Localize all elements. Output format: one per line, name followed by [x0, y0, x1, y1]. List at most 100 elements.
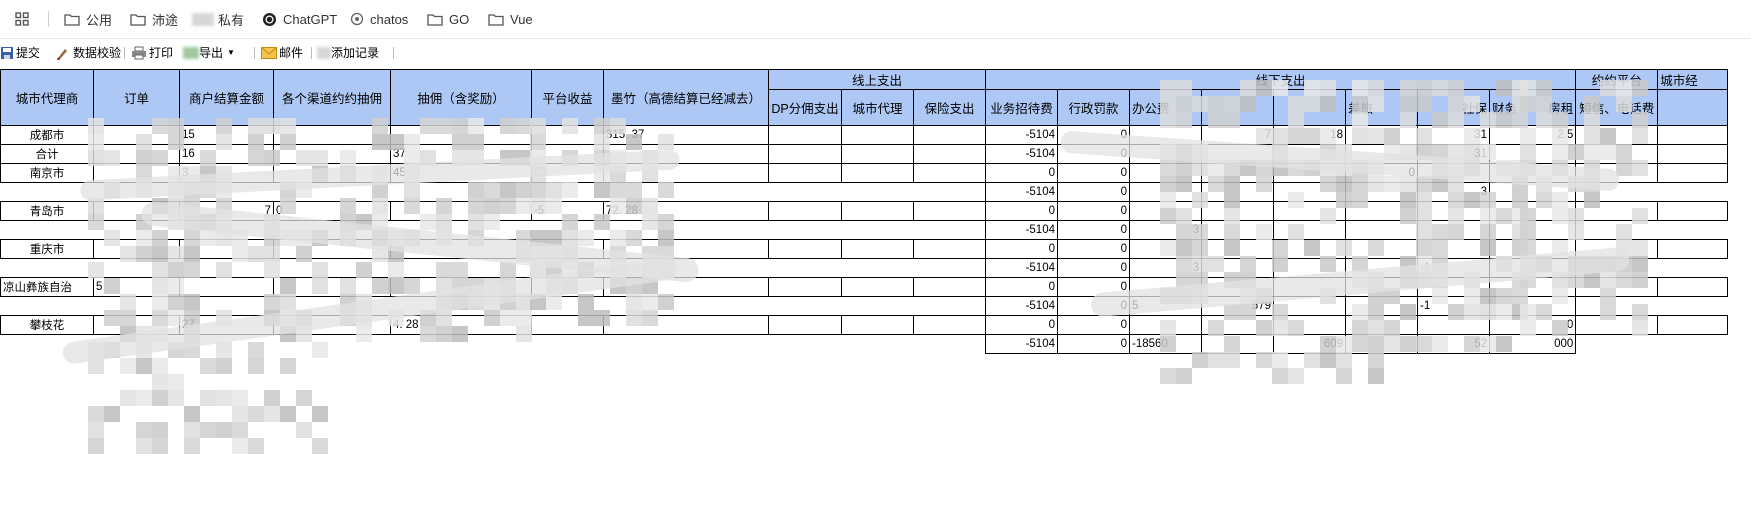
cell-dp[interactable]	[768, 277, 842, 297]
cell-city[interactable]: 南京市	[0, 163, 94, 183]
cell-city-extra[interactable]	[1657, 144, 1729, 164]
cell-platform[interactable]	[531, 277, 604, 297]
cell-sms[interactable]	[1575, 125, 1659, 145]
bookmark-vue[interactable]: Vue	[488, 10, 533, 28]
cell-entertain[interactable]: -5104	[985, 182, 1058, 202]
cell-commission[interactable]	[273, 239, 391, 259]
bookmark-siyou[interactable]: 私有	[192, 10, 244, 28]
cell-proxy[interactable]	[841, 201, 914, 221]
cell-order[interactable]: 5	[93, 277, 180, 297]
cell-o3[interactable]	[1273, 296, 1346, 316]
cell-finance[interactable]	[1488, 201, 1577, 221]
cell-mozhu[interactable]	[603, 144, 769, 164]
cell-o2[interactable]	[1201, 163, 1274, 183]
cell-insurance[interactable]	[913, 125, 986, 145]
cell-order[interactable]	[93, 201, 180, 221]
cell-entertain[interactable]: 0	[985, 315, 1058, 335]
cell-sms[interactable]	[1575, 239, 1659, 259]
cell-platform[interactable]: -5	[531, 201, 604, 221]
cell-travel[interactable]	[1345, 182, 1418, 202]
cell-entertain[interactable]: -5104	[985, 220, 1058, 240]
bookmark-peitu[interactable]: 沛途	[130, 10, 178, 28]
cell-insurance[interactable]	[913, 163, 986, 183]
cell-city[interactable]: 青岛市	[0, 201, 94, 221]
cell-city[interactable]: 合计	[0, 144, 94, 164]
cell-fine[interactable]: 0	[1057, 201, 1130, 221]
cell-dp[interactable]	[768, 315, 842, 335]
cell-office[interactable]: 3	[1129, 220, 1202, 240]
cell-merchant[interactable]: 15	[179, 125, 274, 145]
cell-social[interactable]: 31	[1417, 144, 1490, 164]
cell-city-extra[interactable]	[1657, 315, 1729, 335]
cell-o3[interactable]: 18	[1273, 125, 1346, 145]
cell-city[interactable]: 攀枝花	[0, 315, 94, 335]
cell-office[interactable]: -18560	[1129, 334, 1202, 354]
cell-office[interactable]: 5	[1129, 296, 1202, 316]
cell-entertain[interactable]: 0	[985, 277, 1058, 297]
cell-o2[interactable]: 579	[1201, 296, 1274, 316]
cell-platform[interactable]: 82	[531, 163, 604, 183]
cell-fine[interactable]: 0	[1057, 163, 1130, 183]
cell-finance[interactable]	[1488, 144, 1577, 164]
cell-fine[interactable]: 0	[1057, 258, 1130, 278]
cell-fine[interactable]: 0	[1057, 296, 1130, 316]
apps-grid-icon[interactable]	[15, 10, 35, 28]
cell-o3[interactable]	[1273, 163, 1346, 183]
cell-dp[interactable]	[768, 239, 842, 259]
cell-city-extra[interactable]	[1657, 125, 1729, 145]
cell-entertain[interactable]: 0	[985, 163, 1058, 183]
cell-finance[interactable]	[1488, 277, 1577, 297]
cell-reward[interactable]: 37	[390, 144, 532, 164]
cell-commission[interactable]	[273, 163, 391, 183]
cell-office[interactable]	[1129, 239, 1202, 259]
cell-social[interactable]: 3	[1417, 182, 1490, 202]
cell-o3[interactable]	[1273, 239, 1346, 259]
cell-finance[interactable]	[1488, 239, 1577, 259]
cell-insurance[interactable]	[913, 201, 986, 221]
cell-o3[interactable]	[1273, 201, 1346, 221]
cell-travel[interactable]	[1345, 144, 1418, 164]
cell-travel[interactable]: 0	[1345, 163, 1418, 183]
cell-office[interactable]	[1129, 277, 1202, 297]
cell-o2[interactable]	[1201, 277, 1274, 297]
cell-travel[interactable]	[1345, 258, 1418, 278]
cell-commission[interactable]	[273, 277, 391, 297]
cell-o2[interactable]	[1201, 239, 1274, 259]
bookmark-gongyong[interactable]: 公用	[64, 10, 112, 28]
cell-fine[interactable]: 0	[1057, 315, 1130, 335]
cell-travel[interactable]	[1345, 277, 1418, 297]
cell-finance[interactable]: 000	[1488, 334, 1577, 354]
cell-entertain[interactable]: -5104	[985, 296, 1058, 316]
cell-finance[interactable]: 0	[1488, 315, 1577, 335]
cell-o3[interactable]	[1273, 182, 1346, 202]
cell-dp[interactable]	[768, 125, 842, 145]
cell-proxy[interactable]	[841, 163, 914, 183]
cell-reward[interactable]: 4. 28	[390, 315, 532, 335]
cell-o3[interactable]	[1273, 315, 1346, 335]
cell-fine[interactable]: 0	[1057, 220, 1130, 240]
cell-office[interactable]	[1129, 144, 1202, 164]
cell-city[interactable]: 成都市	[0, 125, 94, 145]
cell-o3[interactable]	[1273, 220, 1346, 240]
cell-reward[interactable]	[390, 125, 532, 145]
cell-social[interactable]	[1417, 239, 1490, 259]
cell-mozhu[interactable]	[603, 239, 769, 259]
cell-mozhu[interactable]: 315. 37	[603, 125, 769, 145]
cell-insurance[interactable]	[913, 144, 986, 164]
cell-social[interactable]	[1417, 315, 1490, 335]
cell-fine[interactable]: 0	[1057, 277, 1130, 297]
cell-commission[interactable]: 0	[273, 201, 391, 221]
cell-fine[interactable]: 0	[1057, 125, 1130, 145]
cell-insurance[interactable]	[913, 315, 986, 335]
cell-merchant[interactable]: 3	[179, 163, 274, 183]
cell-o2[interactable]	[1201, 201, 1274, 221]
cell-proxy[interactable]	[841, 144, 914, 164]
cell-office[interactable]	[1129, 182, 1202, 202]
cell-city[interactable]: 重庆市	[0, 239, 94, 259]
cell-mozhu[interactable]: 72. 28	[603, 201, 769, 221]
cell-finance[interactable]	[1488, 258, 1577, 278]
cell-fine[interactable]: 0	[1057, 144, 1130, 164]
cell-sms[interactable]	[1575, 201, 1659, 221]
cell-proxy[interactable]	[841, 277, 914, 297]
cell-fine[interactable]: 0	[1057, 182, 1130, 202]
